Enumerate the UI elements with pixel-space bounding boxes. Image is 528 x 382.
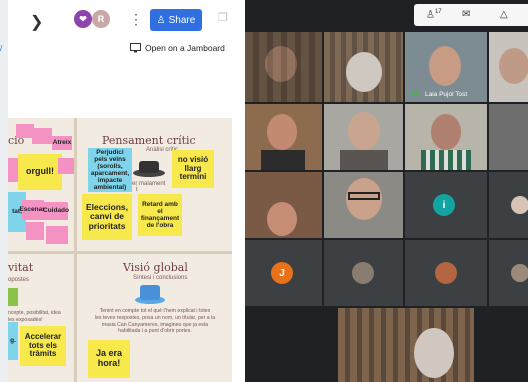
sticky-note[interactable]: Atreix [52, 136, 72, 150]
section-text: Tenint en compte tot el què t'hem explic… [94, 308, 216, 335]
divider [74, 118, 77, 382]
sticky-note[interactable] [8, 158, 18, 182]
avatar-label: R [97, 14, 105, 24]
participants-icon[interactable]: ♙17 [426, 9, 442, 20]
chevron-right-icon[interactable]: ❯ [30, 12, 43, 32]
sticky-note[interactable]: Ja era hora! [88, 340, 130, 378]
jamboard-toolbar: ❯ ❤ R ⋮ ♙ Share ❒ [0, 0, 245, 42]
section-subtitle: opostes [8, 277, 30, 283]
participant-tile[interactable]: J [245, 240, 322, 306]
sticky-note[interactable] [32, 128, 52, 144]
participant-avatar [435, 262, 457, 284]
participant-avatar: i [433, 194, 455, 216]
sticky-note[interactable]: Eleccions, canvi de prioritats [82, 194, 132, 240]
participant-count: 17 [434, 9, 442, 15]
participant-tile[interactable] [245, 32, 322, 102]
sticky-note[interactable] [8, 288, 18, 306]
participant-avatar: J [271, 262, 293, 284]
more-options-icon[interactable]: ⋮ [129, 11, 143, 28]
chat-icon[interactable]: ✉ [462, 9, 470, 20]
participant-tile[interactable] [489, 104, 528, 170]
participant-video [267, 114, 297, 150]
sticky-note[interactable]: no visió llarg termini [172, 150, 214, 188]
participant-avatar [352, 262, 374, 284]
avatar-icon: ❤ [79, 13, 87, 24]
sticky-note[interactable] [58, 158, 74, 174]
open-jamboard-label: Open on a Jamboard [145, 43, 225, 53]
activities-icon[interactable]: △ [500, 9, 508, 20]
participant-tile[interactable] [338, 308, 474, 382]
participant-tile[interactable] [489, 240, 528, 306]
participant-video [346, 52, 382, 92]
audio-icon: ▮▮ [411, 90, 419, 97]
open-jamboard-link[interactable]: Open on a Jamboard [130, 43, 225, 53]
section-title: Pensament crític [102, 134, 196, 147]
sticky-note[interactable] [46, 226, 68, 244]
participant-video [267, 202, 297, 236]
pin-icon[interactable]: ❒ [218, 11, 228, 24]
jamboard-canvas[interactable]: ció Pensament crític Anàlisi crític er m… [8, 118, 232, 382]
participant-shirt [340, 150, 388, 170]
share-label: Share [168, 14, 196, 26]
participant-tile[interactable] [489, 172, 528, 238]
screen-icon [130, 43, 141, 53]
participant-tile[interactable] [489, 32, 528, 102]
participant-video [499, 48, 528, 84]
jamboard-panel: ❯ ❤ R ⋮ ♙ Share ❒ Open on a Jamboard / c… [0, 0, 245, 382]
avatar[interactable]: ❤ [74, 10, 92, 28]
participant-tile[interactable] [405, 240, 487, 306]
section-title: Visió global [123, 261, 188, 274]
sticky-note[interactable]: Accelerar tots els tràmits [20, 326, 66, 366]
hat-icon [133, 161, 165, 177]
participant-tile[interactable] [324, 172, 403, 238]
sticky-note[interactable]: orgull! [18, 154, 62, 190]
participant-shirt [421, 150, 471, 170]
participant-tile[interactable] [324, 104, 403, 170]
meet-controls: ♙17 ✉ △ [414, 4, 528, 26]
section-subtitle: Síntesi i conclusions [133, 275, 188, 281]
participant-tile[interactable] [324, 32, 403, 102]
glasses-icon [348, 192, 380, 200]
divider [8, 251, 232, 254]
participant-name: Laia Pujol Tost [425, 91, 468, 98]
section-title: vitat [8, 261, 34, 274]
participant-video [414, 328, 454, 378]
sticky-note[interactable]: Escenari [19, 200, 47, 220]
participant-tile[interactable]: ▮▮ Laia Pujol Tost [405, 32, 487, 102]
hat-icon [135, 285, 165, 304]
sticky-note[interactable] [26, 222, 44, 240]
participant-avatar [511, 264, 528, 282]
share-button[interactable]: ♙ Share [150, 9, 202, 31]
window-edge [0, 0, 8, 382]
section-text: i [136, 186, 138, 193]
participant-tile[interactable] [324, 240, 403, 306]
participant-video [348, 112, 380, 150]
participant-tile[interactable] [245, 172, 322, 238]
participant-tile[interactable] [405, 104, 487, 170]
participant-shirt [261, 150, 305, 170]
participant-video [431, 114, 461, 150]
avatar[interactable]: R [92, 10, 110, 28]
sticky-note[interactable]: g. [8, 322, 18, 360]
sticky-note[interactable]: Retard amb el finançament de l'obra [138, 194, 182, 236]
participant-tile[interactable]: i [405, 172, 487, 238]
sticky-note[interactable]: Perjudici pels veïns (sorolls, aparcamen… [88, 148, 132, 192]
bookshelf-background [245, 32, 322, 102]
people-icon: ♙ [156, 14, 166, 26]
video-call-panel: ▮▮ Laia Pujol Tost i J [245, 0, 528, 382]
bookshelf-background [338, 308, 474, 382]
participant-avatar [511, 196, 528, 214]
participant-tile[interactable] [245, 104, 322, 170]
sticky-note[interactable]: Cuidado [43, 202, 69, 220]
participant-video [429, 46, 461, 86]
back-edge[interactable]: / [0, 44, 2, 53]
